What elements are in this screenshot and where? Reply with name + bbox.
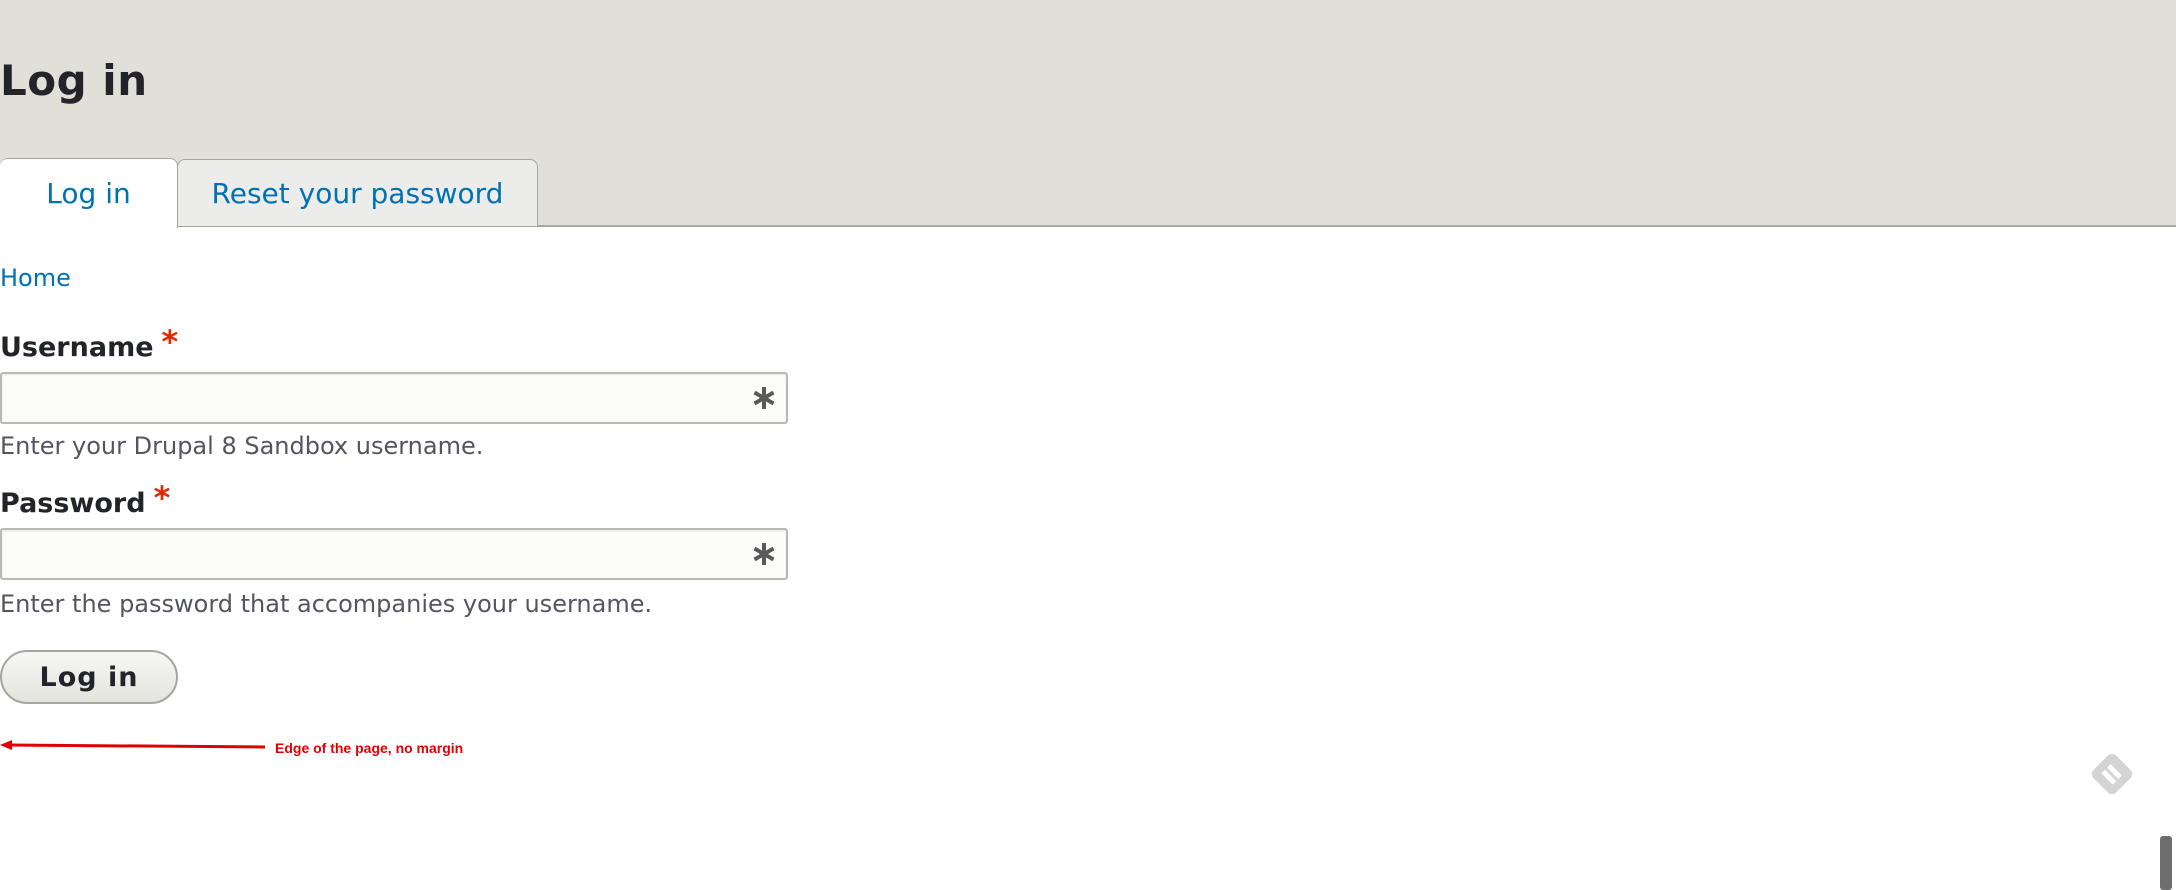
username-field[interactable]: [0, 372, 788, 424]
tab-reset-password[interactable]: Reset your password: [177, 159, 538, 226]
password-description: Enter the password that accompanies your…: [0, 590, 653, 618]
password-label-text: Password: [0, 488, 146, 519]
annotation-arrow-icon: [0, 740, 266, 750]
feedback-pencil-icon[interactable]: [2086, 748, 2138, 800]
required-asterisk-icon: [753, 543, 775, 565]
scrollbar-thumb[interactable]: [2160, 836, 2172, 890]
password-label: Password *: [0, 482, 170, 520]
password-field[interactable]: [0, 528, 788, 580]
password-input[interactable]: [2, 530, 742, 578]
page-title: Log in: [0, 56, 148, 105]
username-input[interactable]: [2, 374, 742, 422]
required-asterisk-icon: [753, 387, 775, 409]
username-description: Enter your Drupal 8 Sandbox username.: [0, 432, 484, 460]
log-in-button[interactable]: Log in: [0, 650, 178, 704]
required-marker: *: [161, 323, 179, 361]
annotation-note: Edge of the page, no margin: [275, 740, 464, 756]
required-marker: *: [153, 479, 171, 517]
username-label: Username *: [0, 326, 178, 364]
tab-log-in[interactable]: Log in: [0, 158, 178, 228]
username-label-text: Username: [0, 332, 154, 363]
breadcrumb-home-link[interactable]: Home: [0, 264, 71, 292]
page-header: Log in Log in Reset your password: [0, 0, 2176, 228]
